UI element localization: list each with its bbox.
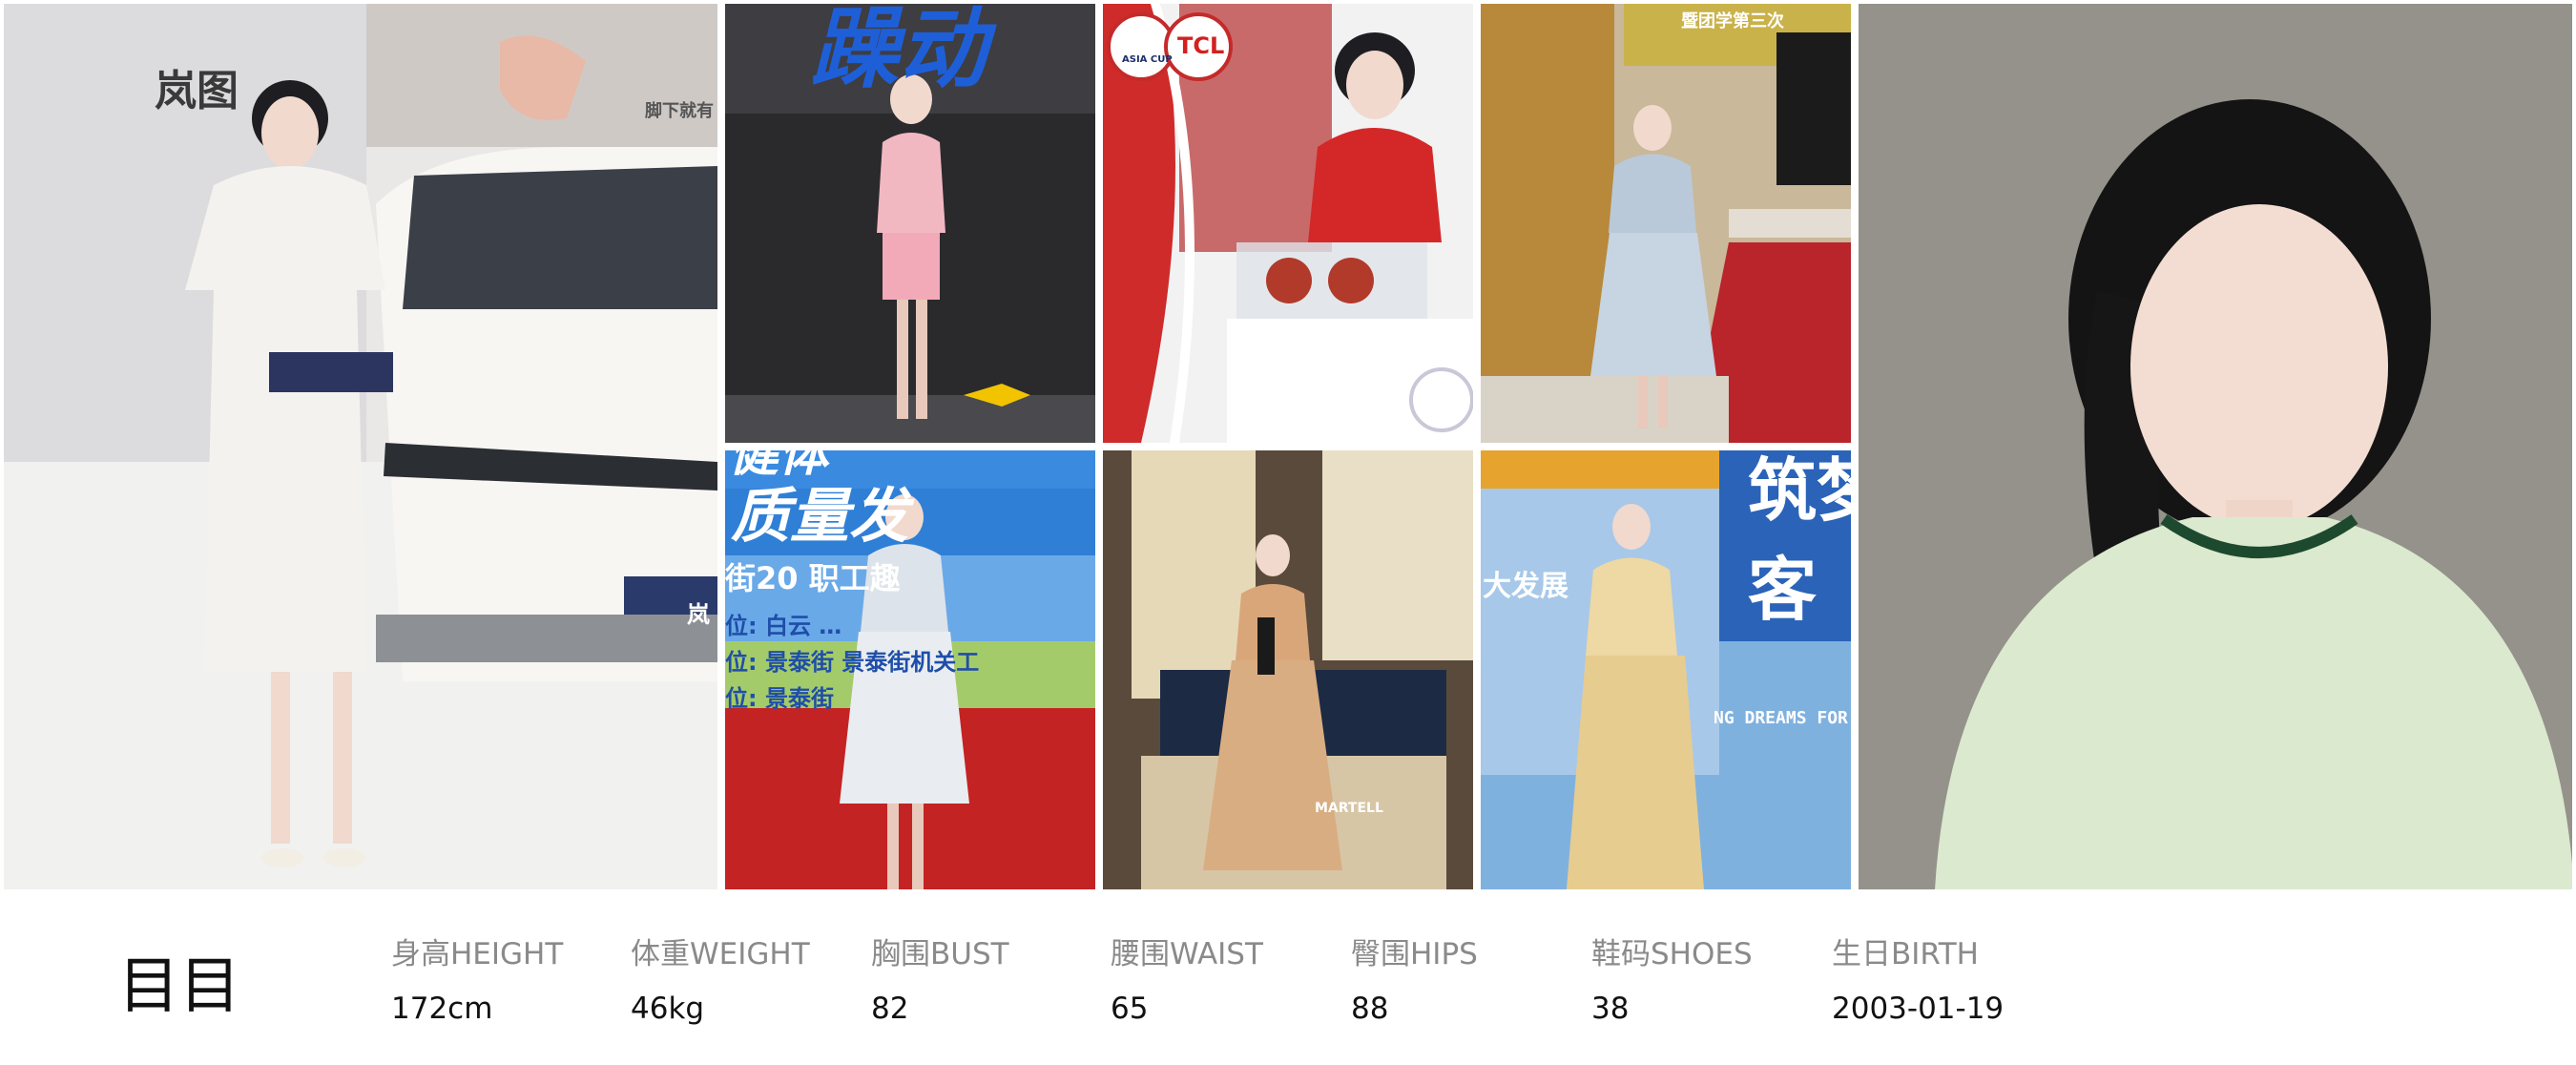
stat-birth: 生日BIRTH 2003-01-19 [1832, 929, 2004, 1026]
booth-board-text: 脚下就有 [645, 101, 714, 121]
banner-line-2: 质量发 [731, 481, 909, 551]
photo-blue-dress-image [1481, 4, 1851, 443]
stat-waist-label: 腰围WAIST [1111, 937, 1263, 971]
stat-bust-label: 胸围BUST [871, 937, 1009, 971]
stat-weight: 体重WEIGHT 46kg [631, 929, 810, 1026]
photo-portrait-image [1859, 4, 2572, 889]
banner-line-5: 位: 景泰街 景泰街机关工 [725, 649, 980, 676]
stat-height: 身高HEIGHT 172cm [391, 929, 563, 1026]
stat-bust-value: 82 [871, 992, 909, 1026]
banner-line-6: 位: 景泰街 [725, 685, 834, 712]
dreams-text: NG DREAMS FOR T [1714, 708, 1851, 728]
stat-hips: 臀围HIPS 88 [1351, 929, 1478, 1026]
tcl-logo-text: TCL [1177, 32, 1225, 59]
photo-yellow-qipao[interactable]: 筑梦 客 大发展 NG DREAMS FOR T [1481, 450, 1851, 889]
model-name: 目目 [118, 951, 240, 1022]
stat-weight-label: 体重WEIGHT [631, 937, 810, 971]
photo-pink-suit[interactable]: 躁动 [725, 4, 1095, 443]
photo-blue-dress[interactable]: 暨团学第三次 [1481, 4, 1851, 443]
stat-waist-value: 65 [1111, 992, 1149, 1026]
banner-line-4: 位: 白云 … [725, 613, 842, 639]
brand-logo-text: 岚图 [155, 67, 239, 115]
profile-stats-bar: 目目 身高HEIGHT 172cm 体重WEIGHT 46kg 胸围BUST 8… [0, 889, 2576, 1065]
stat-weight-value: 46kg [631, 992, 705, 1026]
stat-waist: 腰围WAIST 65 [1111, 929, 1263, 1026]
stat-shoes: 鞋码SHOES 38 [1591, 929, 1753, 1026]
photo-car-show-image [4, 4, 717, 889]
photo-wine-display[interactable]: MARTELL [1103, 450, 1473, 889]
stat-shoes-label: 鞋码SHOES [1591, 937, 1753, 971]
blue-banner-line-2: 客 [1748, 550, 1818, 630]
stat-shoes-value: 38 [1591, 992, 1630, 1026]
stat-hips-value: 88 [1351, 992, 1389, 1026]
stat-height-value: 172cm [391, 992, 493, 1026]
asia-cup-badge-text: ASIA CUP [1122, 54, 1173, 65]
photo-tcl-booth-image [1103, 4, 1473, 443]
stat-height-label: 身高HEIGHT [391, 937, 564, 971]
photo-car-show[interactable]: 岚图 脚下就有 岚 [4, 4, 717, 889]
banner-line-1: 健体 [729, 450, 829, 483]
wall-text: 大发展 [1483, 570, 1568, 603]
photo-tcl-booth[interactable]: TCL ASIA CUP [1103, 4, 1473, 443]
stat-hips-label: 臀围HIPS [1351, 937, 1478, 971]
screen-text: 暨团学第三次 [1681, 11, 1784, 31]
plate-text: 岚 [687, 601, 710, 628]
stat-bust: 胸围BUST 82 [871, 929, 1009, 1026]
photo-sports-banner[interactable]: 健体 质量发 街20 职工趣 位: 白云 … 位: 景泰街 景泰街机关工 位: … [725, 450, 1095, 889]
blue-banner-line-1: 筑梦 [1748, 450, 1851, 531]
photo-wine-display-image [1103, 450, 1473, 889]
martell-sign-text: MARTELL [1315, 801, 1383, 816]
stat-birth-value: 2003-01-19 [1832, 992, 2005, 1026]
banner-line-3: 街20 职工趣 [725, 560, 901, 596]
stat-birth-label: 生日BIRTH [1832, 937, 1979, 971]
banner-text: 躁动 [811, 4, 987, 100]
photo-portrait[interactable] [1859, 4, 2572, 889]
